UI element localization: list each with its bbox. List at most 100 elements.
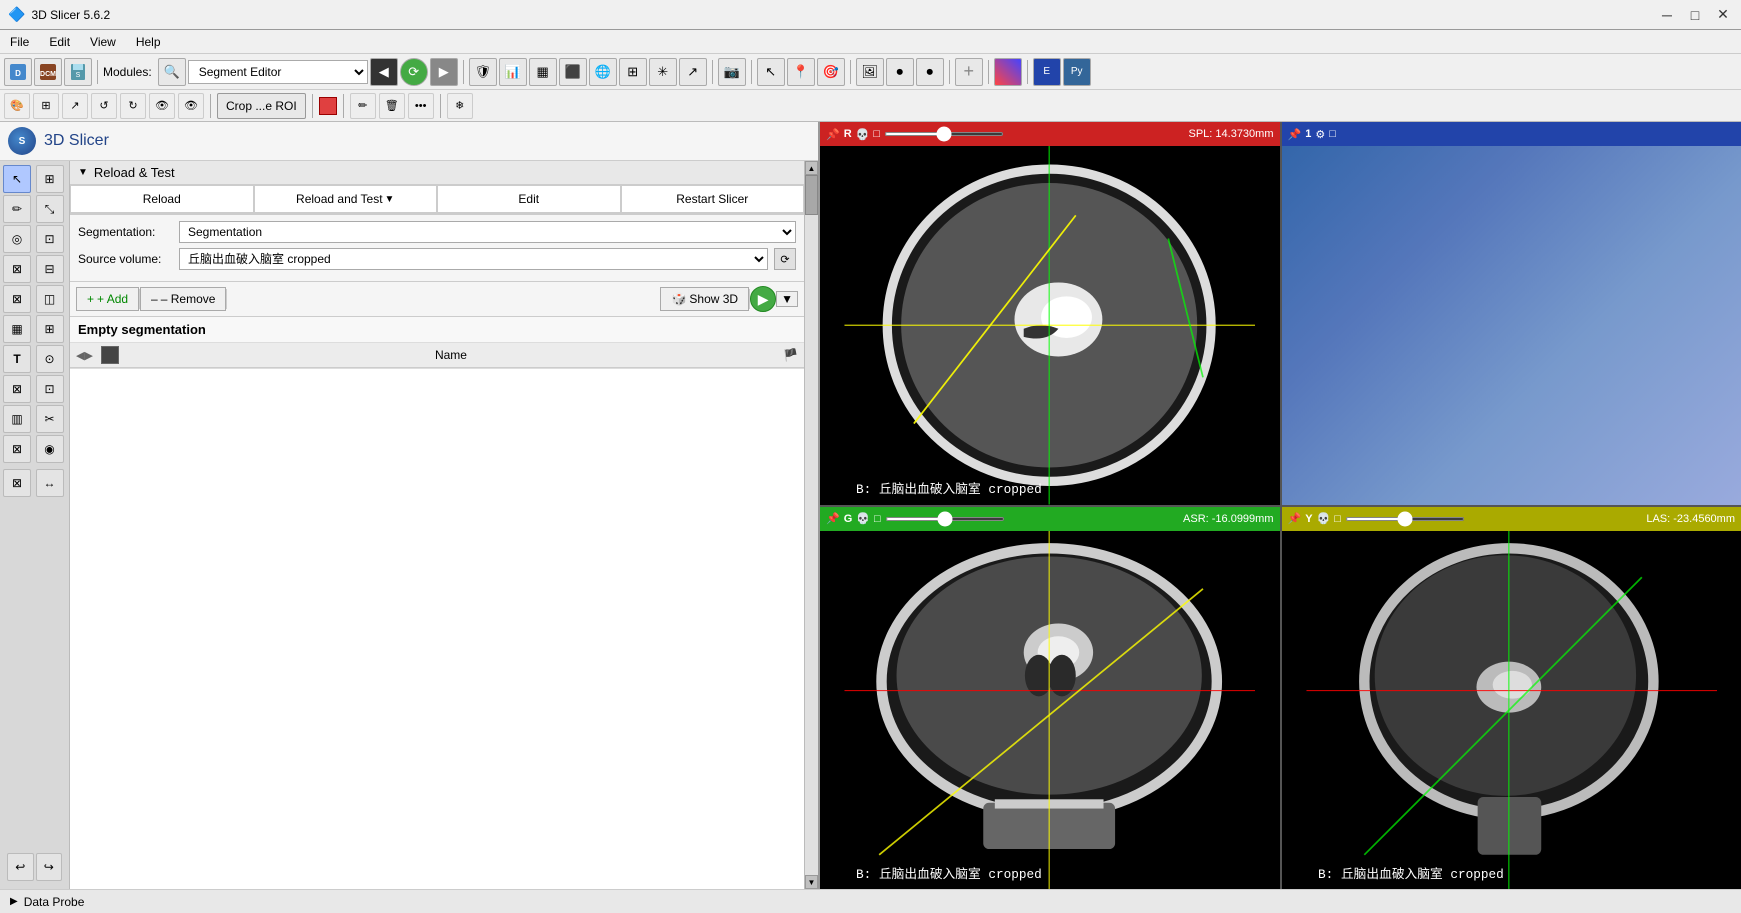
crop-roi-button[interactable]: Crop ...e ROI <box>217 93 306 119</box>
reload-and-test-button[interactable]: Reload and Test ▼ <box>254 185 438 213</box>
panel-scrollbar[interactable]: ▲ ▼ <box>804 161 818 889</box>
tool-circle2[interactable]: ◉ <box>36 435 64 463</box>
data-probe-toggle[interactable]: ▶ <box>10 896 18 907</box>
tb2-share[interactable]: ↗ <box>62 93 88 119</box>
tb-star[interactable]: ✳ <box>649 58 677 86</box>
nav-home-button[interactable]: ⟳ <box>400 58 428 86</box>
scroll-thumb[interactable] <box>805 175 818 215</box>
tb2-undo2[interactable]: ↺ <box>91 93 117 119</box>
menu-help[interactable]: Help <box>132 33 165 51</box>
tb-chart[interactable]: 📊 <box>499 58 527 86</box>
vp-1-window[interactable]: □ <box>1329 128 1336 140</box>
reload-test-header[interactable]: ▼ Reload & Test <box>70 161 804 185</box>
data-button[interactable]: D <box>4 58 32 86</box>
viewport-g-scan[interactable]: B: 丘脑出血破入脑室 cropped <box>820 531 1280 890</box>
tb-target[interactable]: 🎯 <box>817 58 845 86</box>
maximize-button[interactable]: □ <box>1685 5 1705 25</box>
tool-zoom[interactable]: ⤡ <box>36 195 64 223</box>
tb-shield[interactable]: 🛡 <box>469 58 497 86</box>
tb2-grid[interactable]: ⊞ <box>33 93 59 119</box>
dcm-button[interactable]: DCM <box>34 58 62 86</box>
tb2-view[interactable]: 👁 <box>149 93 175 119</box>
viewport-y-scan[interactable]: B: 丘脑出血破入脑室 cropped <box>1282 531 1741 890</box>
edit-button[interactable]: Edit <box>437 185 621 213</box>
tool-grid2[interactable]: ⊡ <box>36 225 64 253</box>
tool-grid3[interactable]: ⊠ <box>3 255 31 283</box>
vp-y-slider[interactable] <box>1345 517 1465 521</box>
source-volume-refresh[interactable]: ⟳ <box>774 248 796 270</box>
tb2-paint[interactable]: ✏ <box>350 93 376 119</box>
tb2-redo2[interactable]: ↻ <box>120 93 146 119</box>
tool-select[interactable]: ↖ <box>3 165 31 193</box>
minimize-button[interactable]: ─ <box>1657 5 1677 25</box>
tool-scissors[interactable]: ✂ <box>36 405 64 433</box>
tb2-more[interactable]: ••• <box>408 93 434 119</box>
remove-segment-button[interactable]: – – Remove <box>140 287 226 311</box>
tb-py[interactable]: Py <box>1063 58 1091 86</box>
add-segment-button[interactable]: + + Add <box>76 287 139 311</box>
tb-camera[interactable]: 📷 <box>718 58 746 86</box>
tool-swap[interactable]: ↔ <box>36 469 64 497</box>
module-selector[interactable]: Segment Editor <box>188 60 368 84</box>
undo-button[interactable]: ↩ <box>7 853 34 881</box>
tool-circle[interactable]: ◎ <box>3 225 31 253</box>
vp-r-window[interactable]: □ <box>873 128 880 140</box>
menu-file[interactable]: File <box>6 33 33 51</box>
tb2-freeze[interactable]: ❄ <box>447 93 473 119</box>
tb-sphere[interactable]: 🌐 <box>589 58 617 86</box>
tool-minus[interactable]: ⊟ <box>36 255 64 283</box>
tb2-trash[interactable]: 🗑 <box>379 93 405 119</box>
tool-target[interactable]: ⊙ <box>36 345 64 373</box>
tool-split[interactable]: ◫ <box>36 285 64 313</box>
tool-pan[interactable]: ⊞ <box>36 165 64 193</box>
navigate-button[interactable]: ▶ <box>750 286 776 312</box>
tb-plus[interactable]: + <box>955 58 983 86</box>
vp-1-pin[interactable]: 📌 <box>1288 128 1302 141</box>
tool-draw[interactable]: ✏ <box>3 195 31 223</box>
tb-rec1[interactable]: ⏺ <box>886 58 914 86</box>
tb-pin[interactable]: 📍 <box>787 58 815 86</box>
scroll-down[interactable]: ▼ <box>805 875 818 889</box>
menu-edit[interactable]: Edit <box>45 33 74 51</box>
tb-rec2[interactable]: ⏺ <box>916 58 944 86</box>
vp-r-slider[interactable] <box>884 132 1004 136</box>
restart-slicer-button[interactable]: Restart Slicer <box>621 185 805 213</box>
vp-g-pin[interactable]: 📌 <box>826 512 840 525</box>
show3d-dropdown[interactable]: ▼ <box>776 291 798 307</box>
tb-cube[interactable]: ⬛ <box>559 58 587 86</box>
redo-button[interactable]: ↪ <box>36 853 63 881</box>
tool-grid9[interactable]: ▥ <box>3 405 31 433</box>
scroll-track[interactable] <box>805 175 818 875</box>
menu-view[interactable]: View <box>86 33 120 51</box>
source-volume-select[interactable]: 丘脑出血破入脑室 cropped <box>179 248 768 270</box>
search-module-button[interactable]: 🔍 <box>158 58 186 86</box>
tb-mesh[interactable]: ⊞ <box>619 58 647 86</box>
tool-grid10[interactable]: ⊠ <box>3 435 31 463</box>
tb2-eye2[interactable]: 👁 <box>178 93 204 119</box>
tool-text[interactable]: T <box>3 345 31 373</box>
viewport-1-content[interactable] <box>1282 146 1741 505</box>
vp-y-pin[interactable]: 📌 <box>1288 512 1302 525</box>
nav-forward-button[interactable]: ▶ <box>430 58 458 86</box>
scroll-up[interactable]: ▲ <box>805 161 818 175</box>
tool-grid8[interactable]: ⊡ <box>36 375 64 403</box>
tb-ext[interactable]: E <box>1033 58 1061 86</box>
close-button[interactable]: ✕ <box>1713 5 1733 25</box>
tool-grid7[interactable]: ⊠ <box>3 375 31 403</box>
tool-grid4[interactable]: ⊠ <box>3 285 31 313</box>
tool-grid6[interactable]: ⊞ <box>36 315 64 343</box>
vp-r-pin[interactable]: 📌 <box>826 128 840 141</box>
segmentation-select[interactable]: Segmentation <box>179 221 796 243</box>
viewport-r-scan[interactable]: B: 丘脑出血破入脑室 cropped <box>820 146 1280 505</box>
nav-back-button[interactable]: ◀ <box>370 58 398 86</box>
save-button[interactable]: S <box>64 58 92 86</box>
vp-g-window[interactable]: □ <box>874 513 881 525</box>
tb2-colors[interactable]: 🎨 <box>4 93 30 119</box>
vp-y-window[interactable]: □ <box>1334 513 1341 525</box>
tb-color[interactable] <box>994 58 1022 86</box>
tool-grid11[interactable]: ⊠ <box>3 469 31 497</box>
vp-g-slider[interactable] <box>885 517 1005 521</box>
show3d-button[interactable]: 🎲 Show 3D <box>660 287 749 311</box>
tb-screenshot[interactable]: 🖼 <box>856 58 884 86</box>
tb-arrow[interactable]: ↗ <box>679 58 707 86</box>
